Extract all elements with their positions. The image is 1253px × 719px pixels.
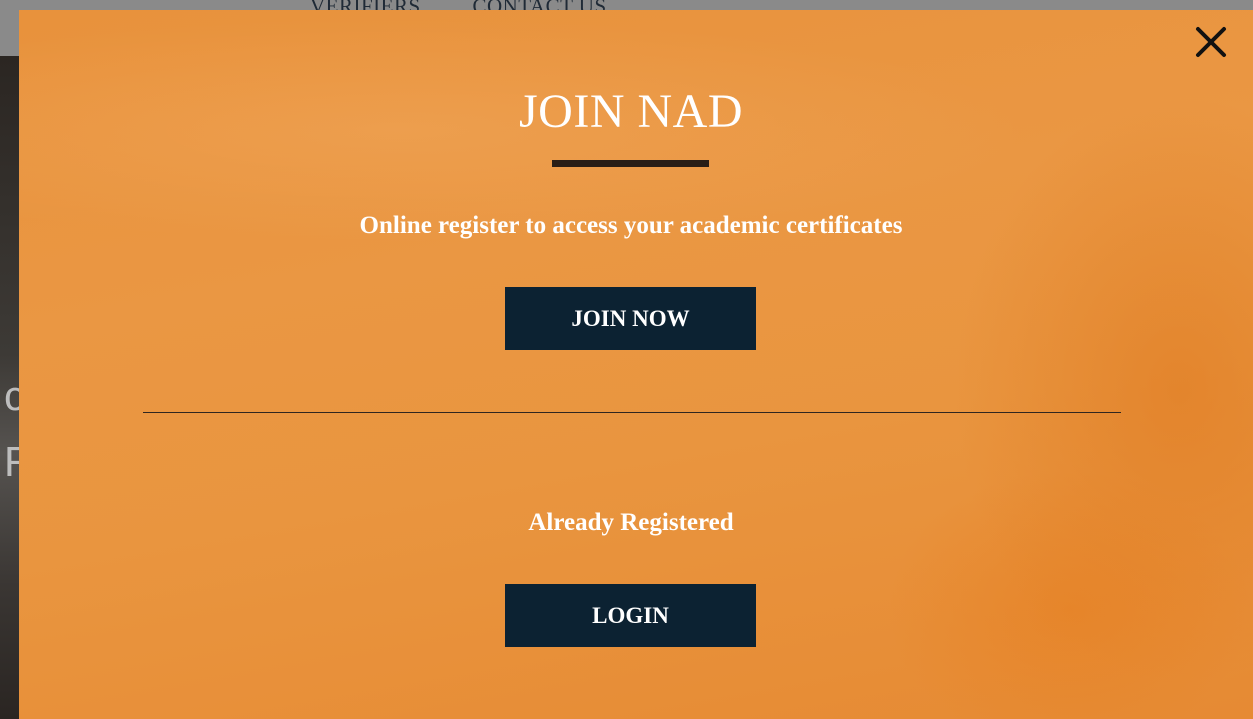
join-modal: JOIN NAD Online register to access your … bbox=[19, 10, 1253, 719]
background-hero-edge: c R bbox=[0, 56, 34, 719]
already-registered-label: Already Registered bbox=[528, 509, 734, 536]
close-icon bbox=[1196, 27, 1226, 57]
login-button[interactable]: LOGIN bbox=[505, 584, 756, 647]
join-now-button[interactable]: JOIN NOW bbox=[505, 287, 756, 350]
title-underline bbox=[552, 160, 709, 167]
section-divider bbox=[143, 412, 1121, 413]
modal-subtitle: Online register to access your academic … bbox=[359, 212, 903, 239]
modal-title: JOIN NAD bbox=[519, 85, 743, 138]
close-button[interactable] bbox=[1193, 24, 1229, 60]
